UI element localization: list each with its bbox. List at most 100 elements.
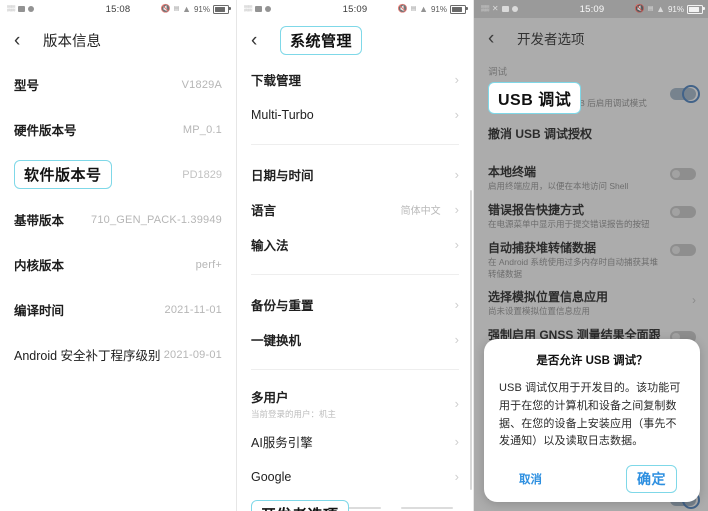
highlight-box-developer-options: 开发者选项 (251, 499, 349, 511)
chevron-right-icon: › (454, 107, 459, 122)
page-title: 版本信息 (43, 33, 101, 50)
status-bar: ▒▒ ✕ 15:09 🔇 ▤ ▲ 91% (474, 0, 708, 18)
row-value: 2021-09-01 (163, 348, 222, 361)
list-item[interactable]: 输入法 › (251, 227, 459, 262)
list-item-label: 多用户 (251, 390, 289, 405)
row-value: 2021-11-01 (164, 303, 222, 316)
list-item[interactable]: 备份与重置 › (251, 287, 459, 322)
table-row[interactable]: Android 安全补丁程序级别 2021-09-01 (14, 332, 222, 377)
mobile-data-icon: ▤ (647, 5, 654, 12)
row-value: PD1829 (182, 168, 222, 181)
chevron-right-icon: › (454, 297, 459, 312)
list-item-value: 简体中文 (400, 206, 441, 217)
row-label: 基带版本 (14, 214, 65, 228)
list-item[interactable]: 语言 简体中文 › (251, 192, 459, 227)
highlight-box-confirm: 确定 (626, 465, 677, 494)
highlight-box-usb-debug: USB 调试 (488, 82, 582, 114)
wifi-icon: ▲ (419, 3, 428, 14)
dialog-buttons: 取消 确定 (499, 465, 685, 494)
back-icon[interactable]: ‹ (251, 31, 271, 50)
group-gap (251, 357, 459, 369)
back-icon[interactable]: ‹ (14, 31, 34, 50)
status-time: 15:09 (342, 3, 368, 15)
chevron-right-icon: › (454, 395, 459, 411)
mute-icon: 🔇 (634, 4, 645, 13)
list-item-label: 输入法 (251, 239, 289, 253)
row-label: 内核版本 (14, 259, 65, 273)
list-item-label: 下载管理 (251, 74, 302, 88)
dialog-body: USB 调试仅用于开发目的。该功能可用于在您的计算机和设备之间复制数据、在您的设… (499, 382, 681, 448)
list-item-label: 一键换机 (251, 334, 302, 348)
row-label: 编译时间 (14, 304, 65, 318)
three-phone-screenshots: ▒▒ 15:08 🔇 ▤ ▲ 91% ‹ 版本信息 型号 V1829A 硬件版本… (0, 0, 708, 511)
list-item[interactable]: AI服务引擎 › (251, 424, 459, 459)
group-gap (251, 275, 459, 287)
nav-hint-segment (401, 507, 453, 509)
row-label: 硬件版本号 (14, 124, 77, 138)
battery-icon (687, 4, 705, 14)
scrollbar[interactable] (469, 190, 472, 490)
wifi-icon: ▲ (182, 3, 191, 14)
mobile-data-icon: ▤ (410, 5, 417, 12)
status-time: 15:08 (105, 3, 131, 15)
row-label: Android 安全补丁程序级别 (14, 349, 161, 363)
version-info-list: 型号 V1829A 硬件版本号 MP_0.1 软件版本号 PD1829 基带版本… (0, 62, 236, 377)
status-bar: ▒▒ 15:09 🔇 ▤ ▲ 91% (237, 0, 473, 18)
group-gap (251, 262, 459, 274)
chevron-right-icon: › (454, 332, 459, 347)
cancel-button[interactable]: 取消 (519, 471, 542, 487)
highlight-box-system-management: 系统管理 (280, 25, 363, 55)
dialog-title: 是否允许 USB 调试？ (536, 355, 648, 367)
list-item-label: AI服务引擎 (251, 436, 313, 450)
app-header: ‹ 系统管理 (237, 18, 473, 62)
table-row[interactable]: 型号 V1829A (14, 62, 222, 107)
list-item[interactable]: 日期与时间 › (251, 157, 459, 192)
list-item-label: 语言 (251, 204, 277, 218)
app-header: ‹ 版本信息 (0, 18, 236, 62)
mobile-data-icon: ▤ (173, 5, 180, 12)
usb-debug-dialog: 是否允许 USB 调试？ USB 调试仅用于开发目的。该功能可用于在您的计算机和… (484, 339, 700, 503)
list-item-label: Multi-Turbo (251, 107, 314, 122)
mute-icon: 🔇 (160, 4, 171, 13)
group-gap (251, 370, 459, 382)
status-bar: ▒▒ 15:08 🔇 ▤ ▲ 91% (0, 0, 236, 18)
row-value: 710_GEN_PACK-1.39949 (91, 213, 222, 226)
list-item[interactable]: Google › (251, 459, 459, 494)
row-value: perf+ (195, 258, 222, 271)
panel-developer-options: ▒▒ ✕ 15:09 🔇 ▤ ▲ 91% ‹ 开发者选项 调试 连接 USB 后… (473, 0, 708, 511)
confirm-button[interactable]: 确定 (637, 471, 666, 487)
list-item[interactable]: Multi-Turbo › (251, 97, 459, 132)
row-value: V1829A (181, 78, 222, 91)
table-row-highlighted[interactable]: 软件版本号 PD1829 (14, 152, 222, 197)
row-label: 型号 (14, 79, 40, 93)
table-row[interactable]: 编译时间 2021-11-01 (14, 287, 222, 332)
list-item-label: Google (251, 469, 292, 484)
table-row[interactable]: 基带版本 710_GEN_PACK-1.39949 (14, 197, 222, 242)
battery-icon (213, 4, 231, 14)
chevron-right-icon: › (454, 167, 459, 182)
list-item-label: 备份与重置 (251, 299, 314, 313)
highlight-box-usb-debug-wrap: USB 调试 (488, 82, 582, 114)
list-item[interactable]: 一键换机 › (251, 322, 459, 357)
group-gap (251, 145, 459, 157)
chevron-right-icon: › (454, 237, 459, 252)
chevron-right-icon: › (454, 72, 459, 87)
status-time: 15:09 (579, 3, 605, 15)
list-item-multiuser[interactable]: 多用户 当前登录的用户：机主 › (251, 382, 459, 424)
panel-version-info: ▒▒ 15:08 🔇 ▤ ▲ 91% ‹ 版本信息 型号 V1829A 硬件版本… (0, 0, 236, 511)
row-value: MP_0.1 (182, 123, 222, 136)
chevron-right-icon: › (454, 202, 459, 217)
mute-icon: 🔇 (397, 4, 408, 13)
settings-list: 下载管理 › Multi-Turbo › 日期与时间 › 语言 简体中文 › 输… (237, 62, 473, 511)
panel-system-management: ▒▒ 15:09 🔇 ▤ ▲ 91% ‹ 系统管理 下载管理 › Multi-T… (236, 0, 473, 511)
highlight-box-software-version: 软件版本号 (14, 160, 112, 189)
chevron-right-icon: › (454, 469, 459, 484)
wifi-icon: ▲ (656, 3, 665, 14)
battery-icon (450, 4, 468, 14)
list-item[interactable]: 下载管理 › (251, 62, 459, 97)
list-item-label: 日期与时间 (251, 169, 314, 183)
list-item-sublabel: 当前登录的用户：机主 (251, 408, 337, 419)
table-row[interactable]: 内核版本 perf+ (14, 242, 222, 287)
table-row[interactable]: 硬件版本号 MP_0.1 (14, 107, 222, 152)
chevron-right-icon: › (454, 434, 459, 449)
